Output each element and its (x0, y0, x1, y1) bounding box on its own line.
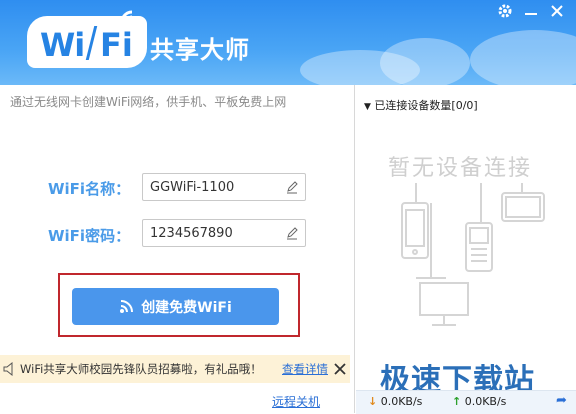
edit-pencil-icon (287, 181, 298, 194)
device-count-header[interactable]: ▼ 已连接设备数量[0/0] (364, 97, 478, 113)
cloud-decoration (380, 38, 470, 85)
triangle-down-icon: ▼ (364, 102, 371, 112)
download-arrow-icon: ↓ (368, 395, 378, 408)
create-wifi-label: 创建免费WiFi (141, 299, 232, 316)
gear-icon (498, 4, 512, 18)
upload-arrow-icon: ↑ (452, 395, 462, 408)
settings-button[interactable] (494, 0, 516, 22)
notice-close-button[interactable] (334, 358, 346, 379)
share-arrow-icon[interactable]: ➦ (556, 393, 567, 408)
upload-speed-value: 0.0KB/s (464, 395, 507, 408)
device-count-label: 已连接设备数量[0/0] (374, 99, 478, 112)
notice-text: WiFi共享大师校园先锋队员招募啦，有礼品哦！ (20, 362, 262, 376)
speaker-icon (3, 362, 13, 376)
cloud-decoration (470, 30, 576, 85)
wifi-password-value: 1234567890 (150, 226, 233, 241)
no-device-text: 暂无设备连接 (388, 156, 533, 181)
remote-shutdown-link[interactable]: 远程关机 (272, 393, 320, 410)
wifi-wave-icon (120, 10, 133, 23)
header-banner: Wi Fi 共享大师 (0, 0, 576, 85)
wifi-password-input[interactable]: 1234567890 (142, 219, 306, 247)
logo-wi-text: Wi (40, 26, 85, 64)
download-speed-value: 0.0KB/s (380, 395, 423, 408)
wifi-name-input[interactable]: GGWiFi-1100 (142, 173, 306, 201)
download-speed: ↓ 0.0KB/s (368, 395, 422, 408)
panel-divider (354, 85, 355, 413)
minimize-button[interactable] (520, 0, 542, 22)
close-icon (551, 5, 563, 17)
upload-speed: ↑ 0.0KB/s (452, 395, 506, 408)
minimize-icon (525, 13, 537, 15)
wifi-name-label: WiFi名称： (48, 180, 131, 198)
create-wifi-button[interactable]: 创建免费WiFi (72, 288, 279, 325)
wifi-signal-icon (120, 299, 134, 313)
wifi-password-label: WiFi密码： (48, 227, 131, 245)
edit-pencil-icon (287, 227, 298, 240)
devices-illustration (401, 183, 545, 326)
app-title: 共享大师 (150, 36, 250, 64)
status-bar: ↓ 0.0KB/s ↑ 0.0KB/s ➦ (356, 390, 576, 414)
wifi-settings-panel: 通过无线网卡创建WiFi网络，供手机、平板免费上网 WiFi名称： GGWiFi… (0, 85, 350, 413)
subtitle-text: 通过无线网卡创建WiFi网络，供手机、平板免费上网 (10, 95, 287, 109)
wifi-name-value: GGWiFi-1100 (150, 180, 235, 195)
notice-bar: WiFi共享大师校园先锋队员招募啦，有礼品哦！ 查看详情 (0, 355, 350, 383)
close-button[interactable] (546, 0, 568, 22)
close-icon (334, 363, 346, 375)
view-details-link[interactable]: 查看详情 (282, 361, 328, 377)
